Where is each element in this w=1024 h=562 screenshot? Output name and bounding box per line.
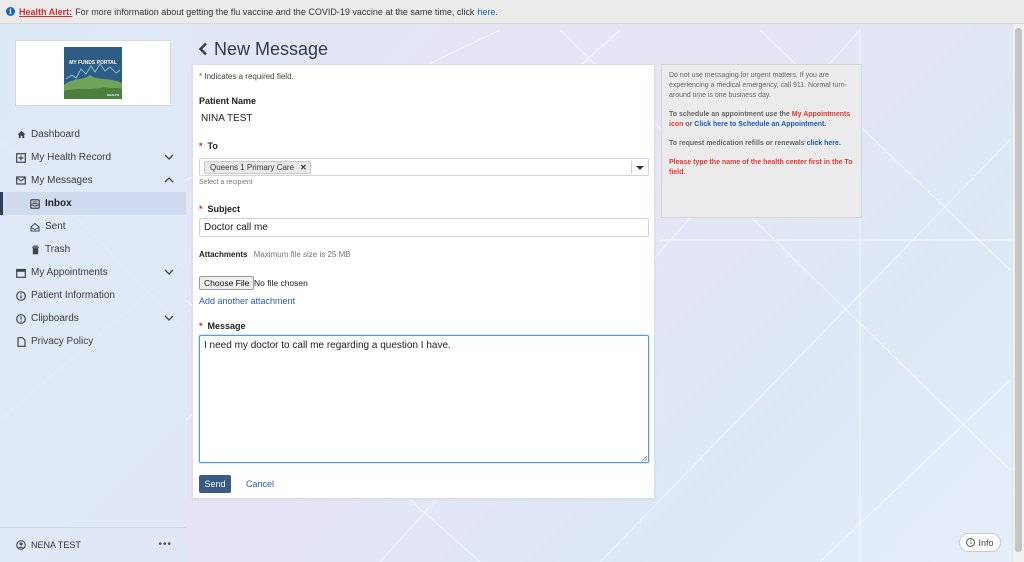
sidebar-item-privacy-policy[interactable]: Privacy Policy — [0, 330, 186, 353]
page-scrollbar[interactable] — [1012, 24, 1024, 562]
user-name: NENA TEST — [31, 540, 81, 550]
refill-link[interactable]: click here. — [807, 140, 841, 147]
chevron-up-icon[interactable] — [164, 176, 174, 184]
user-account[interactable]: NENA TEST ••• — [0, 527, 186, 562]
sidebar-item-label: Clipboards — [31, 313, 79, 324]
info-icon: i — [966, 538, 976, 547]
logo-subtitle: HEALTH — [107, 93, 119, 97]
new-message-form: * Indicates a required field. Patient Na… — [192, 64, 655, 499]
logo-image: MY FUNDS PORTAL HEALTH — [64, 47, 122, 99]
calendar-icon — [16, 268, 26, 278]
recipient-chip: Queens 1 Primary Care ✕ — [204, 160, 311, 174]
sidebar-item-clipboards[interactable]: Clipboards — [0, 307, 186, 330]
message-label: * Message — [199, 321, 246, 331]
trash-icon — [30, 245, 40, 255]
sidebar-item-dashboard[interactable]: Dashboard — [0, 123, 186, 146]
portal-logo[interactable]: MY FUNDS PORTAL HEALTH — [15, 40, 171, 106]
cancel-button[interactable]: Cancel — [246, 479, 274, 489]
info-circle-icon — [16, 290, 26, 301]
back-chevron-icon[interactable] — [198, 42, 208, 56]
sidebar-item-my-appointments[interactable]: My Appointments — [0, 261, 186, 284]
to-recipient-select[interactable]: Queens 1 Primary Care ✕ — [199, 158, 649, 176]
sidebar-item-label: Sent — [45, 221, 66, 232]
sidebar-item-label: Patient Information — [31, 290, 115, 301]
sidebar-item-my-health-record[interactable]: My Health Record — [0, 146, 186, 169]
dropdown-separator — [631, 161, 632, 174]
more-options-icon[interactable]: ••• — [158, 539, 172, 550]
message-textarea[interactable]: I need my doctor to call me regarding a … — [199, 335, 649, 463]
resize-grip-icon[interactable] — [641, 455, 647, 461]
scrollbar-thumb[interactable] — [1015, 28, 1022, 552]
sidebar-item-sent[interactable]: Sent — [0, 215, 186, 238]
attachments-header: Attachments Maximum file size is 25 MB — [199, 250, 351, 259]
document-icon — [16, 336, 26, 347]
sidebar-item-my-messages[interactable]: My Messages — [0, 169, 186, 192]
caret-down-icon[interactable] — [636, 166, 644, 170]
health-alert-bar: i Health Alert: For more information abo… — [0, 0, 1024, 24]
to-help-text: Select a recipient — [199, 179, 253, 186]
sidebar-item-inbox[interactable]: Inbox — [0, 192, 186, 215]
inbox-icon — [30, 198, 40, 209]
logo-title: MY FUNDS PORTAL — [69, 60, 117, 66]
clipboard-icon — [16, 313, 26, 324]
sidebar-item-label: My Appointments — [31, 267, 108, 278]
sidebar-item-label: Privacy Policy — [31, 336, 94, 347]
sidebar-item-label: My Health Record — [31, 152, 112, 163]
user-icon — [16, 540, 26, 550]
attachments-note: Maximum file size is 25 MB — [253, 250, 351, 259]
sidebar-nav: Dashboard My Health Record My Messages I… — [0, 123, 186, 353]
required-note: * Indicates a required field. — [199, 72, 294, 81]
info-health-center-note: Please type the name of the health cente… — [669, 159, 853, 176]
sent-icon — [30, 222, 40, 232]
info-button-label: Info — [978, 537, 994, 548]
chevron-down-icon[interactable] — [164, 314, 174, 322]
info-button[interactable]: i Info — [959, 533, 1001, 552]
chevron-down-icon[interactable] — [164, 153, 174, 161]
page-title: New Message — [214, 38, 329, 59]
no-file-text: No file chosen — [254, 278, 308, 288]
sidebar-item-patient-information[interactable]: Patient Information — [0, 284, 186, 307]
add-attachment-link[interactable]: Add another attachment — [199, 296, 295, 306]
attachments-label: Attachments — [199, 250, 248, 259]
plus-square-icon — [16, 152, 26, 163]
patient-name-label: Patient Name — [199, 96, 257, 106]
home-icon — [16, 130, 26, 140]
subject-label: * Subject — [199, 204, 241, 214]
send-button[interactable]: Send — [199, 475, 231, 493]
sidebar: MY FUNDS PORTAL HEALTH Dashboard My Heal… — [0, 25, 186, 562]
to-label: * To — [199, 141, 218, 151]
sidebar-item-label: Inbox — [45, 198, 72, 209]
messaging-info-panel: Do not use messaging for urgent matters.… — [661, 64, 862, 218]
alert-message: For more information about getting the f… — [75, 6, 475, 17]
envelope-icon — [16, 176, 26, 186]
subject-input[interactable]: Doctor call me — [199, 218, 649, 237]
schedule-appointment-link[interactable]: Click here to Schedule an Appointment. — [694, 121, 826, 128]
choose-file-button[interactable]: Choose File — [199, 276, 255, 290]
info-schedule-note: To schedule an appointment use the My Ap… — [669, 111, 851, 128]
info-urgent-note: Do not use messaging for urgent matters.… — [669, 72, 847, 99]
sidebar-item-label: Dashboard — [31, 129, 80, 140]
message-text: I need my doctor to call me regarding a … — [204, 340, 451, 351]
patient-name-value: NINA TEST — [201, 113, 253, 124]
info-icon: i — [6, 7, 15, 16]
alert-link[interactable]: here. — [477, 7, 498, 17]
alert-label[interactable]: Health Alert: — [19, 7, 72, 17]
sidebar-item-label: My Messages — [31, 175, 93, 186]
chevron-down-icon[interactable] — [164, 268, 174, 276]
remove-recipient-icon[interactable]: ✕ — [300, 163, 307, 172]
sidebar-item-label: Trash — [45, 244, 71, 255]
page-header: New Message — [198, 37, 328, 61]
sidebar-item-trash[interactable]: Trash — [0, 238, 186, 261]
info-refill-note: To request medication refills or renewal… — [669, 140, 841, 147]
